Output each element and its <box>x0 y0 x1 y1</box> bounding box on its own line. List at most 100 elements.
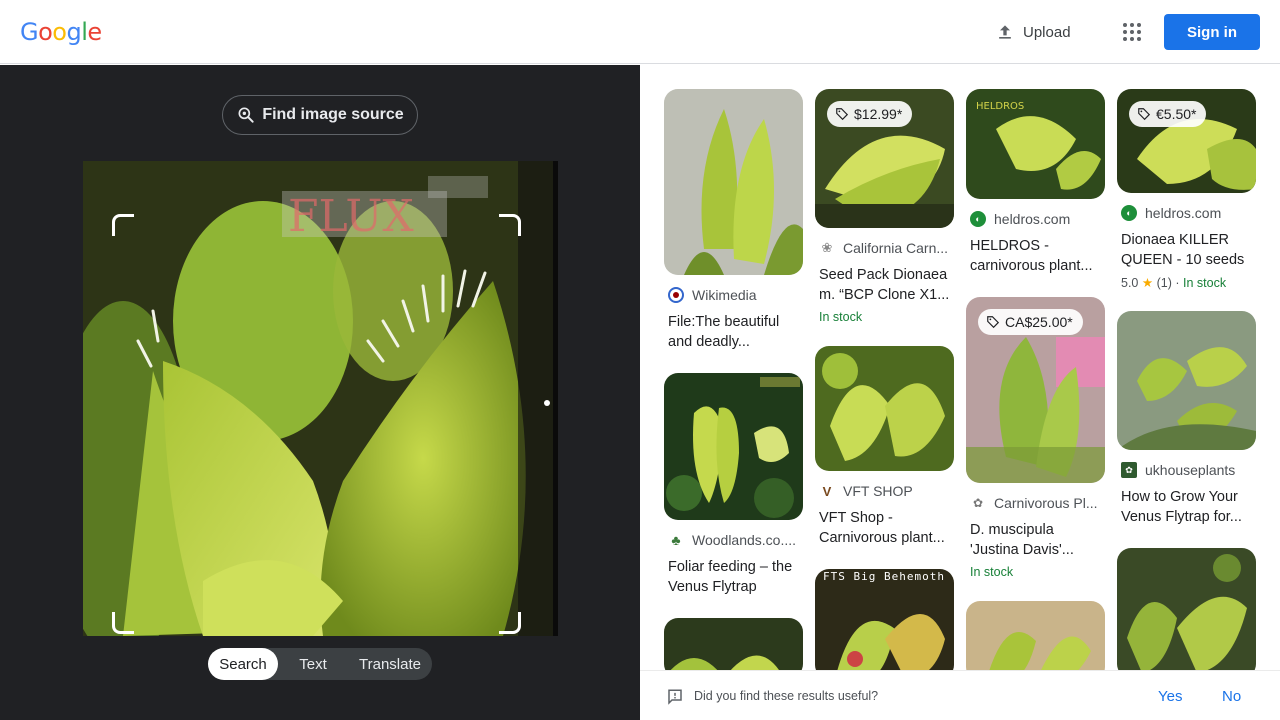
heldros-favicon: ◐ <box>1121 205 1137 221</box>
visual-matches-grid: Wikimedia File:The beautiful and deadly.… <box>640 65 1280 720</box>
source-name: ukhouseplants <box>1145 462 1236 478</box>
google-logo[interactable]: Google <box>20 18 102 46</box>
lens-search-icon <box>238 107 254 123</box>
result-image <box>664 618 803 678</box>
price-text: €5.50* <box>1156 106 1197 122</box>
result-thumbnail[interactable]: FTS Big Behemoth <box>815 569 954 679</box>
result-title[interactable]: Foliar feeding – the Venus Flytrap <box>668 557 804 597</box>
price-tag-icon <box>987 316 1000 329</box>
heldros-favicon: ◐ <box>970 211 986 227</box>
logo-letter: g <box>66 18 82 46</box>
result-thumbnail[interactable] <box>664 618 803 678</box>
separator-dot: · <box>1175 276 1180 290</box>
logo-letter: o <box>38 18 53 46</box>
price-text: CA$25.00* <box>1005 314 1073 330</box>
result-title[interactable]: Dionaea KILLER QUEEN - 10 seeds <box>1121 230 1257 270</box>
carnivorous-plants-favicon: ✿ <box>972 496 984 510</box>
upload-icon <box>999 25 1011 39</box>
result-title[interactable]: File:The beautiful and deadly... <box>668 312 804 352</box>
price-tag-icon <box>1138 108 1151 121</box>
wikimedia-favicon <box>668 287 684 303</box>
result-image <box>815 569 954 679</box>
result-title[interactable]: How to Grow Your Venus Flytrap for... <box>1121 487 1257 527</box>
result-thumbnail[interactable] <box>664 373 803 520</box>
crop-handle-bottom-right[interactable] <box>499 612 521 634</box>
stock-status: In stock <box>819 310 863 324</box>
result-image <box>966 601 1105 681</box>
logo-letter: G <box>20 18 39 46</box>
carnivorous-favicon: ❀ <box>821 240 833 255</box>
result-source[interactable]: ❀ California Carn... <box>819 240 958 256</box>
result-source[interactable]: ◐ heldros.com <box>1121 205 1260 221</box>
image-overlay-text: FTS Big Behemoth <box>823 570 945 583</box>
lens-mode-tabs: Search Text Translate <box>208 648 432 680</box>
result-source[interactable]: ✿ Carnivorous Pl... <box>970 495 1109 511</box>
result-thumbnail[interactable] <box>1117 548 1256 678</box>
result-source[interactable]: ✿ ukhouseplants <box>1121 462 1260 478</box>
result-thumbnail[interactable] <box>1117 311 1256 450</box>
sign-in-button[interactable]: Sign in <box>1164 14 1260 50</box>
star-icon: ★ <box>1141 276 1154 290</box>
result-source[interactable]: ◐ heldros.com <box>970 211 1109 227</box>
apps-grid-icon[interactable] <box>1120 20 1144 44</box>
price-tag-icon <box>836 108 849 121</box>
result-thumbnail[interactable] <box>966 601 1105 681</box>
source-name: heldros.com <box>1145 205 1222 221</box>
find-source-label: Find image source <box>262 106 404 123</box>
crop-handle-top-right[interactable] <box>499 214 521 236</box>
result-source[interactable]: Wikimedia <box>668 287 807 303</box>
feedback-icon <box>668 689 682 705</box>
svg-text:FLUX: FLUX <box>288 191 414 242</box>
query-image[interactable]: FLUX <box>83 161 558 636</box>
result-image <box>815 346 954 471</box>
price-badge: $12.99* <box>827 101 913 127</box>
logo-letter: o <box>52 18 67 46</box>
source-name: heldros.com <box>994 211 1071 227</box>
result-image <box>1117 548 1256 678</box>
result-thumbnail[interactable] <box>815 346 954 471</box>
result-image <box>1117 311 1256 450</box>
price-badge: CA$25.00* <box>978 309 1083 335</box>
upload-label: Upload <box>1023 23 1071 41</box>
source-name: California Carn... <box>843 240 949 256</box>
price-text: $12.99* <box>854 106 903 122</box>
source-name: VFT SHOP <box>843 483 913 499</box>
stock-status: In stock <box>1183 276 1227 290</box>
vft-shop-favicon: V <box>819 483 835 499</box>
price-badge: €5.50* <box>1129 101 1207 127</box>
tab-search[interactable]: Search <box>208 648 278 680</box>
rating-value: 5.0 <box>1121 276 1139 290</box>
result-thumbnail[interactable]: CA$25.00* <box>966 297 1105 483</box>
result-thumbnail[interactable] <box>664 89 803 275</box>
tab-text[interactable]: Text <box>278 648 348 680</box>
top-bar: Google Upload Sign in <box>0 0 1280 64</box>
stock-status: In stock <box>970 565 1014 579</box>
lens-panel: Find image source FLUX Search Text Trans… <box>0 65 640 720</box>
result-image <box>664 373 803 520</box>
feedback-yes-button[interactable]: Yes <box>1158 688 1182 705</box>
result-thumbnail[interactable]: €5.50* <box>1117 89 1256 193</box>
result-source[interactable]: ♣ Woodlands.co.... <box>668 532 807 548</box>
result-image: HELDROS <box>966 89 1105 199</box>
crop-handle-top-left[interactable] <box>112 214 134 236</box>
result-thumbnail[interactable]: $12.99* <box>815 89 954 228</box>
source-name: Wikimedia <box>692 287 757 303</box>
logo-letter: e <box>87 18 102 46</box>
result-title[interactable]: VFT Shop - Carnivorous plant... <box>819 508 955 548</box>
feedback-bar: Did you find these results useful? Yes N… <box>640 670 1280 720</box>
result-source[interactable]: V VFT SHOP <box>819 483 958 499</box>
feedback-no-button[interactable]: No <box>1222 688 1241 705</box>
result-thumbnail[interactable]: HELDROS <box>966 89 1105 199</box>
upload-button[interactable]: Upload <box>985 16 1081 48</box>
source-name: Woodlands.co.... <box>692 532 797 548</box>
result-image <box>664 89 803 275</box>
result-title[interactable]: HELDROS - carnivorous plant... <box>970 236 1106 276</box>
venus-flytrap-image: FLUX <box>83 161 558 636</box>
tab-translate[interactable]: Translate <box>348 648 432 680</box>
crop-edge-handle[interactable] <box>544 400 550 406</box>
result-title[interactable]: D. muscipula 'Justina Davis'... <box>970 520 1106 560</box>
result-title[interactable]: Seed Pack Dionaea m. “BCP Clone X1... <box>819 265 955 305</box>
crop-handle-bottom-left[interactable] <box>112 612 134 634</box>
find-image-source-button[interactable]: Find image source <box>222 95 418 135</box>
svg-text:HELDROS: HELDROS <box>976 101 1024 112</box>
